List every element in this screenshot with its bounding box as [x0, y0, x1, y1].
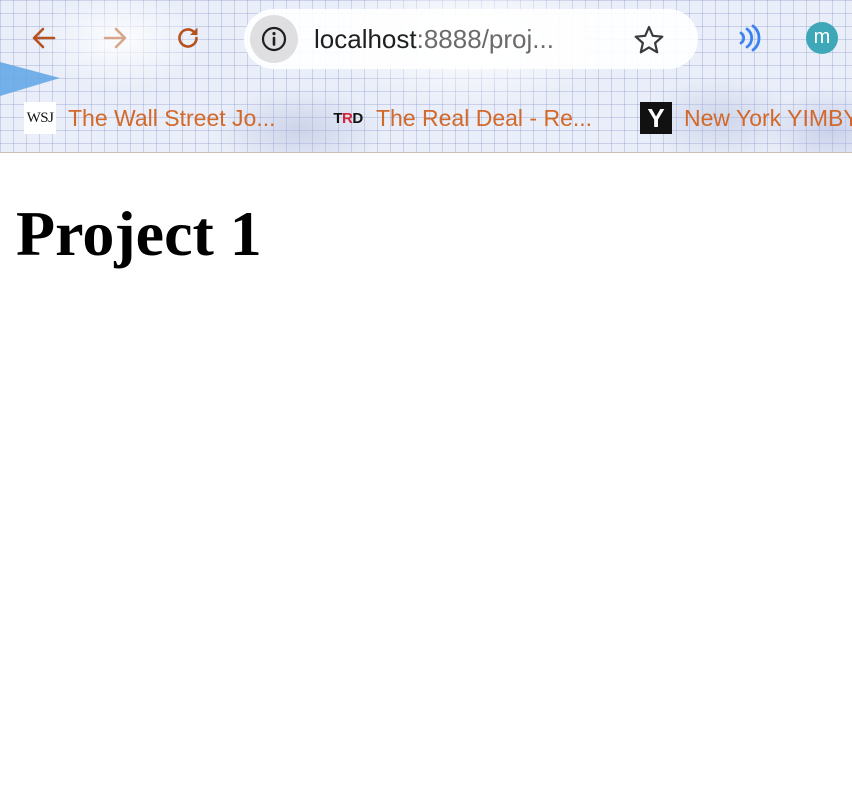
wsj-logo-icon: WSJ [24, 102, 56, 134]
url-path: :8888/proj... [416, 24, 554, 54]
bookmark-label: The Real Deal - Re... [376, 104, 593, 131]
bookmark-the-real-deal[interactable]: TRD The Real Deal - Re... [332, 100, 592, 136]
profile-avatar[interactable]: m [806, 22, 838, 54]
star-icon [634, 25, 664, 54]
browser-toolbar: localhost:8888/proj... m WSJ The Wall St… [0, 0, 852, 152]
bookmark-label: The Wall Street Jo... [68, 104, 276, 131]
bookmark-new-york-yimby[interactable]: Y New York YIMBY [640, 100, 852, 136]
info-icon [261, 26, 287, 52]
reload-button[interactable] [169, 19, 207, 57]
address-bar[interactable]: localhost:8888/proj... [244, 9, 698, 69]
bookmark-star-button[interactable] [630, 21, 668, 59]
back-button[interactable] [25, 19, 63, 57]
bookmark-label: New York YIMBY [684, 104, 852, 131]
page-title: Project 1 [16, 198, 262, 269]
site-info-button[interactable] [250, 15, 298, 63]
forward-button[interactable] [96, 19, 134, 57]
forward-arrow-icon [103, 27, 127, 49]
theme-decoration [0, 62, 60, 96]
url-text[interactable]: localhost:8888/proj... [314, 24, 554, 54]
url-host: localhost [314, 24, 417, 54]
toolbar-divider [0, 152, 852, 153]
audio-extension-icon [739, 24, 761, 52]
extension-button[interactable] [728, 19, 768, 57]
yimby-logo-icon: Y [640, 102, 672, 134]
bookmark-wsj[interactable]: WSJ The Wall Street Jo... [24, 100, 276, 136]
back-arrow-icon [32, 27, 56, 49]
reload-icon [178, 27, 198, 48]
trd-logo-icon: TRD [333, 109, 363, 127]
